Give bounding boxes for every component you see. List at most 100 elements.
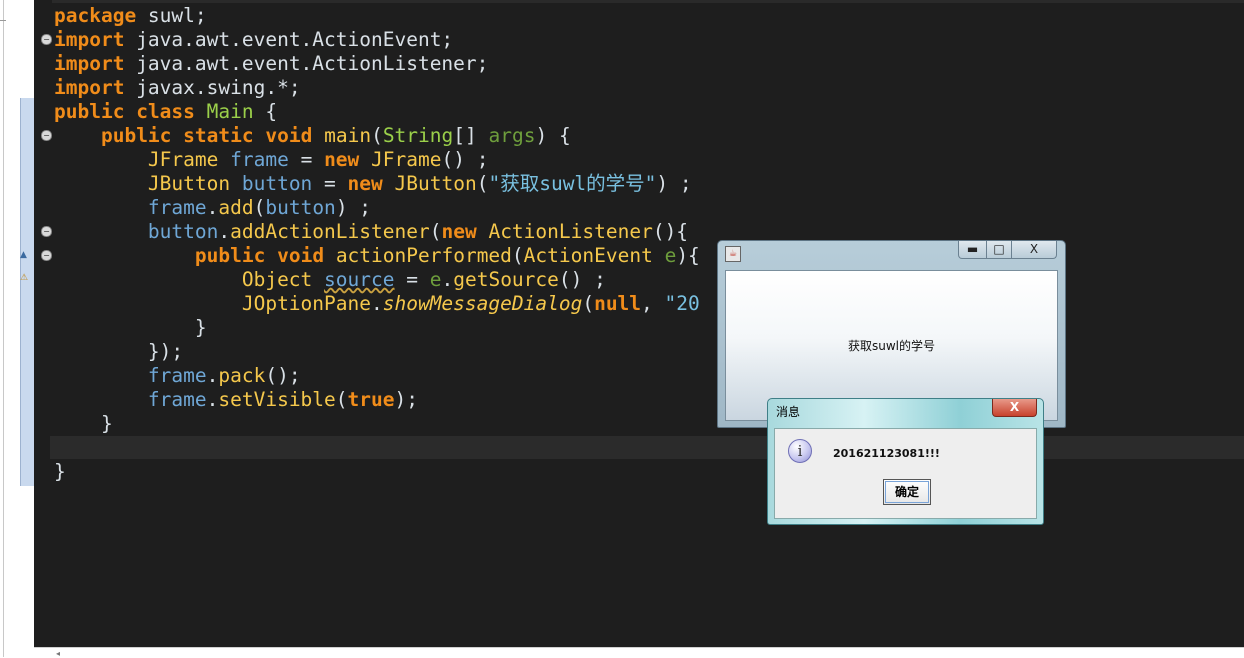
keyword: new <box>347 172 383 195</box>
variable-name: frame <box>147 364 207 387</box>
code-text: , <box>641 292 665 315</box>
parameter-name: e <box>664 244 677 267</box>
code-text: java.awt.event.ActionListener; <box>124 52 489 75</box>
method-name: main <box>324 124 372 147</box>
method-name: getSource <box>453 268 559 291</box>
code-text: ( <box>371 124 383 147</box>
info-icon: i <box>788 439 812 463</box>
editor-top-border <box>34 0 1244 3</box>
code-line-16[interactable]: frame.pack(); <box>54 364 301 388</box>
dialog-close-button[interactable]: X <box>992 399 1037 417</box>
code-line-5[interactable]: public class Main { <box>54 100 277 124</box>
warning-marker-icon[interactable]: ⚠ <box>20 273 32 283</box>
code-text: . <box>206 388 219 411</box>
ok-button[interactable]: 确定 <box>883 479 931 505</box>
variable-name: frame <box>147 388 207 411</box>
string-literal: "获取suwl的学号" <box>488 172 657 195</box>
code-line-7[interactable]: JFrame frame = new JFrame() ; <box>54 148 489 172</box>
keyword: void <box>265 124 313 147</box>
code-text: ( <box>253 196 266 219</box>
fold-toggle-icon[interactable]: − <box>41 250 52 261</box>
code-line-10[interactable]: button.addActionListener(new ActionListe… <box>54 220 688 244</box>
class-name: JButton <box>394 172 477 195</box>
code-text: = <box>288 148 325 171</box>
variable-name: button <box>241 172 313 195</box>
code-text: . <box>206 196 219 219</box>
code-line-18[interactable]: } <box>54 412 113 436</box>
current-line-highlight <box>50 436 1244 459</box>
code-text: ) { <box>535 124 571 147</box>
code-line-3[interactable]: import java.awt.event.ActionListener; <box>54 52 488 76</box>
margin-tick <box>0 20 6 21</box>
code-line-1[interactable]: package suwl; <box>54 4 207 28</box>
code-text: ){ <box>676 244 700 267</box>
message-dialog[interactable]: 消息 X i 201621123081!!! 确定 <box>767 398 1044 525</box>
code-text: . <box>441 268 454 291</box>
code-line-9[interactable]: frame.add(button) ; <box>54 196 371 220</box>
overview-ruler[interactable] <box>20 98 35 486</box>
class-name: JOptionPane <box>241 292 371 315</box>
keyword: package <box>54 4 137 27</box>
code-text: [] <box>453 124 489 147</box>
code-text: { <box>253 100 278 123</box>
code-line-15[interactable]: }); <box>54 340 183 364</box>
fold-toggle-icon[interactable]: − <box>41 226 52 237</box>
dialog-message: 201621123081!!! <box>833 447 940 460</box>
code-text: javax.swing.*; <box>124 76 301 99</box>
code-text: = <box>312 172 348 195</box>
keyword: public <box>100 124 172 147</box>
keyword: import <box>54 28 125 51</box>
code-text: ( <box>335 388 348 411</box>
code-text: () ; <box>441 148 489 171</box>
method-name: actionPerformed <box>335 244 512 267</box>
variable-name: frame <box>230 148 289 171</box>
minimize-button[interactable]: ▬ <box>958 241 987 259</box>
method-name: add <box>218 196 254 219</box>
code-line-2[interactable]: import java.awt.event.ActionEvent; <box>54 28 453 52</box>
keyword: null <box>594 292 642 315</box>
code-text: (); <box>265 364 301 387</box>
method-name: setVisible <box>218 388 336 411</box>
type-name: String <box>382 124 454 147</box>
code-text: java.awt.event.ActionEvent; <box>124 28 454 51</box>
variable-name: frame <box>147 196 207 219</box>
code-text: (){ <box>652 220 689 243</box>
override-marker-icon[interactable]: ▲ <box>20 250 32 260</box>
code-line-6[interactable]: public static void main(String[] args) { <box>54 124 571 148</box>
code-text: ); <box>394 388 418 411</box>
code-text: . <box>218 220 231 243</box>
parameter-name: e <box>429 268 442 291</box>
class-name: JButton <box>147 172 231 195</box>
code-line-12[interactable]: Object source = e.getSource() ; <box>54 268 606 292</box>
keyword: public <box>194 244 266 267</box>
code-text: ( <box>511 244 524 267</box>
code-line-11[interactable]: public void actionPerformed(ActionEvent … <box>54 244 700 268</box>
keyword: public <box>54 100 125 123</box>
code-line-4[interactable]: import javax.swing.*; <box>54 76 301 100</box>
button-label: 获取suwl的学号 <box>847 339 935 353</box>
fold-toggle-icon[interactable]: − <box>41 130 52 141</box>
code-line-8[interactable]: JButton button = new JButton("获取suwl的学号"… <box>54 172 692 196</box>
keyword: new <box>441 220 477 243</box>
parameter-name: args <box>488 124 536 147</box>
code-line-13[interactable]: JOptionPane.showMessageDialog(null, "20 <box>54 292 700 316</box>
fold-toggle-icon[interactable]: − <box>41 34 52 45</box>
fold-column <box>34 0 52 647</box>
code-line-17[interactable]: frame.setVisible(true); <box>54 388 418 412</box>
code-text: . <box>206 364 219 387</box>
maximize-button[interactable]: □ <box>986 241 1012 259</box>
class-name: JFrame <box>147 148 219 171</box>
keyword: class <box>136 100 195 123</box>
code-text: ( <box>429 220 442 243</box>
variable-name: button <box>265 196 336 219</box>
code-line-20[interactable]: } <box>54 460 66 484</box>
close-button[interactable]: X <box>1011 241 1057 259</box>
variable-name: button <box>147 220 219 243</box>
keyword: static <box>183 124 254 147</box>
code-text: . <box>370 292 383 315</box>
code-text: ) ; <box>656 172 692 195</box>
class-name: ActionListener <box>488 220 653 243</box>
horizontal-scrollbar[interactable]: ◂ <box>34 647 1244 658</box>
class-name: JFrame <box>371 148 442 171</box>
code-line-14[interactable]: } <box>54 316 207 340</box>
